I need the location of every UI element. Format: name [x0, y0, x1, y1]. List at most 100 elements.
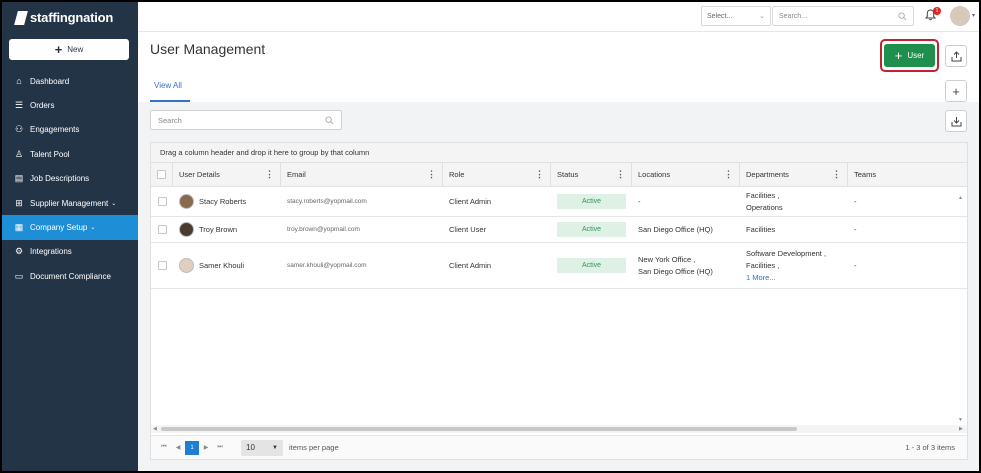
tab-view-all[interactable]: View All: [154, 81, 182, 90]
notifications-button[interactable]: 1: [924, 7, 941, 23]
sidebar-item-company-setup[interactable]: ▦ Company Setup ⌄: [2, 215, 138, 240]
horizontal-scrollbar[interactable]: ◀ ▶: [151, 425, 967, 433]
row-checkbox[interactable]: [157, 261, 167, 270]
departments-cell: Facilities , Operations: [740, 191, 848, 212]
email-cell: troy.brown@yopmail.com: [287, 226, 360, 233]
column-menu-icon[interactable]: ⋮: [616, 169, 625, 180]
select-all-cell: [151, 163, 173, 186]
next-page-button[interactable]: ▶: [199, 441, 213, 455]
column-label: Status: [557, 170, 579, 179]
column-menu-icon[interactable]: ⋮: [724, 169, 733, 180]
column-label: User Details: [179, 170, 220, 179]
download-button[interactable]: [945, 110, 967, 132]
new-button-label: New: [67, 45, 84, 54]
column-menu-icon[interactable]: ⋮: [265, 169, 274, 180]
plus-icon: +: [54, 42, 63, 57]
scroll-right-arrow-icon[interactable]: ▶: [959, 426, 963, 432]
column-header-locations[interactable]: Locations ⋮: [632, 163, 740, 186]
sidebar-item-dashboard[interactable]: ⌂ Dashboard: [2, 69, 138, 93]
sidebar-item-orders[interactable]: ☰ Orders: [2, 93, 138, 117]
role-cell: Client Admin: [449, 197, 492, 206]
last-page-button[interactable]: ⏭: [213, 441, 227, 455]
column-menu-icon[interactable]: ⋮: [427, 169, 436, 180]
list-icon: ☰: [14, 100, 24, 111]
column-header-email[interactable]: Email ⋮: [281, 163, 443, 186]
prev-page-button[interactable]: ◀: [171, 441, 185, 455]
person-icon: ♙: [14, 148, 24, 159]
sidebar-nav: ⌂ Dashboard ☰ Orders ⚇ Engagements ♙ Tal…: [2, 69, 138, 289]
folder-icon: ▭: [14, 270, 24, 281]
status-cell: Active: [551, 222, 632, 237]
sidebar-item-engagements[interactable]: ⚇ Engagements: [2, 118, 138, 142]
avatar: [179, 194, 194, 209]
item-count-label: 1 - 3 of 3 items: [905, 443, 955, 452]
table-row[interactable]: Troy Brown troy.brown@yopmail.com Client…: [151, 217, 967, 243]
home-icon: ⌂: [16, 76, 22, 87]
location-value: -: [638, 197, 641, 206]
first-page-button[interactable]: ⏮: [157, 441, 171, 455]
column-label: Departments: [746, 170, 789, 179]
main-content: User Management + User View All + Search…: [138, 32, 979, 471]
sidebar-item-integrations[interactable]: ⚙ Integrations: [2, 240, 138, 264]
column-menu-icon[interactable]: ⋮: [832, 169, 841, 180]
search-icon: [898, 11, 907, 20]
global-search-input[interactable]: Search...: [772, 6, 914, 26]
avatar: [179, 258, 194, 273]
sidebar-item-supplier-management[interactable]: ⊞ Supplier Management ⌄: [2, 191, 138, 215]
sidebar-item-label: Company Setup: [30, 223, 88, 233]
page-size-select[interactable]: 10 ▼: [241, 439, 283, 456]
logo-mark-icon: [14, 10, 28, 25]
row-checkbox[interactable]: [157, 197, 167, 206]
export-button[interactable]: [945, 45, 967, 67]
add-user-button-label: User: [907, 51, 925, 60]
more-departments-link[interactable]: 1 More...: [746, 273, 776, 282]
column-header-departments[interactable]: Departments ⋮: [740, 163, 848, 186]
chevron-down-icon: ⌄: [759, 13, 765, 20]
department-value: Software Development ,: [746, 249, 827, 258]
table-row[interactable]: Samer Khouli samer.khouli@yopmail.com Cl…: [151, 243, 967, 289]
column-header-role[interactable]: Role ⋮: [443, 163, 551, 186]
sidebar-item-document-compliance[interactable]: ▭ Document Compliance: [2, 264, 138, 288]
table-row[interactable]: Stacy Roberts stacy.roberts@yopmail.com …: [151, 187, 967, 217]
new-button[interactable]: + New: [9, 39, 129, 60]
row-checkbox[interactable]: [157, 225, 167, 234]
scroll-up-arrow-icon[interactable]: ▲: [958, 195, 963, 201]
location-value: San Diego Office (HQ): [638, 267, 713, 276]
chevron-down-icon: ⌄: [111, 200, 117, 207]
logo[interactable]: staffingnation: [14, 10, 113, 25]
sidebar-item-label: Talent Pool: [30, 149, 70, 159]
horizontal-scroll-thumb[interactable]: [161, 427, 797, 431]
page-number-button[interactable]: 1: [185, 440, 199, 455]
department-value: Facilities: [746, 225, 776, 234]
column-menu-icon[interactable]: ⋮: [535, 169, 544, 180]
page-title: User Management: [150, 41, 266, 57]
department-value: Facilities ,: [746, 191, 780, 200]
location-value: San Diego Office (HQ): [638, 225, 713, 234]
scroll-down-arrow-icon[interactable]: ▼: [958, 417, 963, 423]
column-label: Role: [449, 170, 465, 179]
row-select-cell: [151, 197, 173, 206]
user-avatar[interactable]: [950, 6, 970, 26]
grid-search-input[interactable]: Search: [150, 110, 342, 130]
sidebar-item-job-descriptions[interactable]: ▤ Job Descriptions: [2, 167, 138, 191]
add-user-button[interactable]: + User: [884, 44, 935, 67]
column-header-status[interactable]: Status ⋮: [551, 163, 632, 186]
grid-search-placeholder: Search: [158, 115, 182, 125]
email-cell: stacy.roberts@yopmail.com: [287, 198, 367, 205]
column-header-user-details[interactable]: User Details ⋮: [173, 163, 281, 186]
role-cell: Client User: [449, 225, 487, 234]
hierarchy-icon: ⊞: [15, 197, 23, 208]
group-drop-zone[interactable]: Drag a column header and drop it here to…: [151, 143, 967, 163]
add-view-button[interactable]: +: [945, 80, 967, 102]
chevron-down-icon[interactable]: ▾: [972, 12, 975, 19]
column-header-teams[interactable]: Teams: [848, 163, 967, 186]
user-name: Samer Khouli: [199, 261, 245, 270]
context-select-value: Select...: [707, 12, 733, 20]
scroll-left-arrow-icon[interactable]: ◀: [153, 426, 157, 432]
sidebar-item-talent-pool[interactable]: ♙ Talent Pool: [2, 142, 138, 166]
select-all-checkbox[interactable]: [157, 170, 166, 179]
chevron-down-icon: ⌄: [90, 225, 96, 232]
active-tab-indicator: [150, 100, 190, 102]
context-select[interactable]: Select... ⌄: [701, 6, 771, 26]
user-name: Troy Brown: [199, 225, 238, 234]
